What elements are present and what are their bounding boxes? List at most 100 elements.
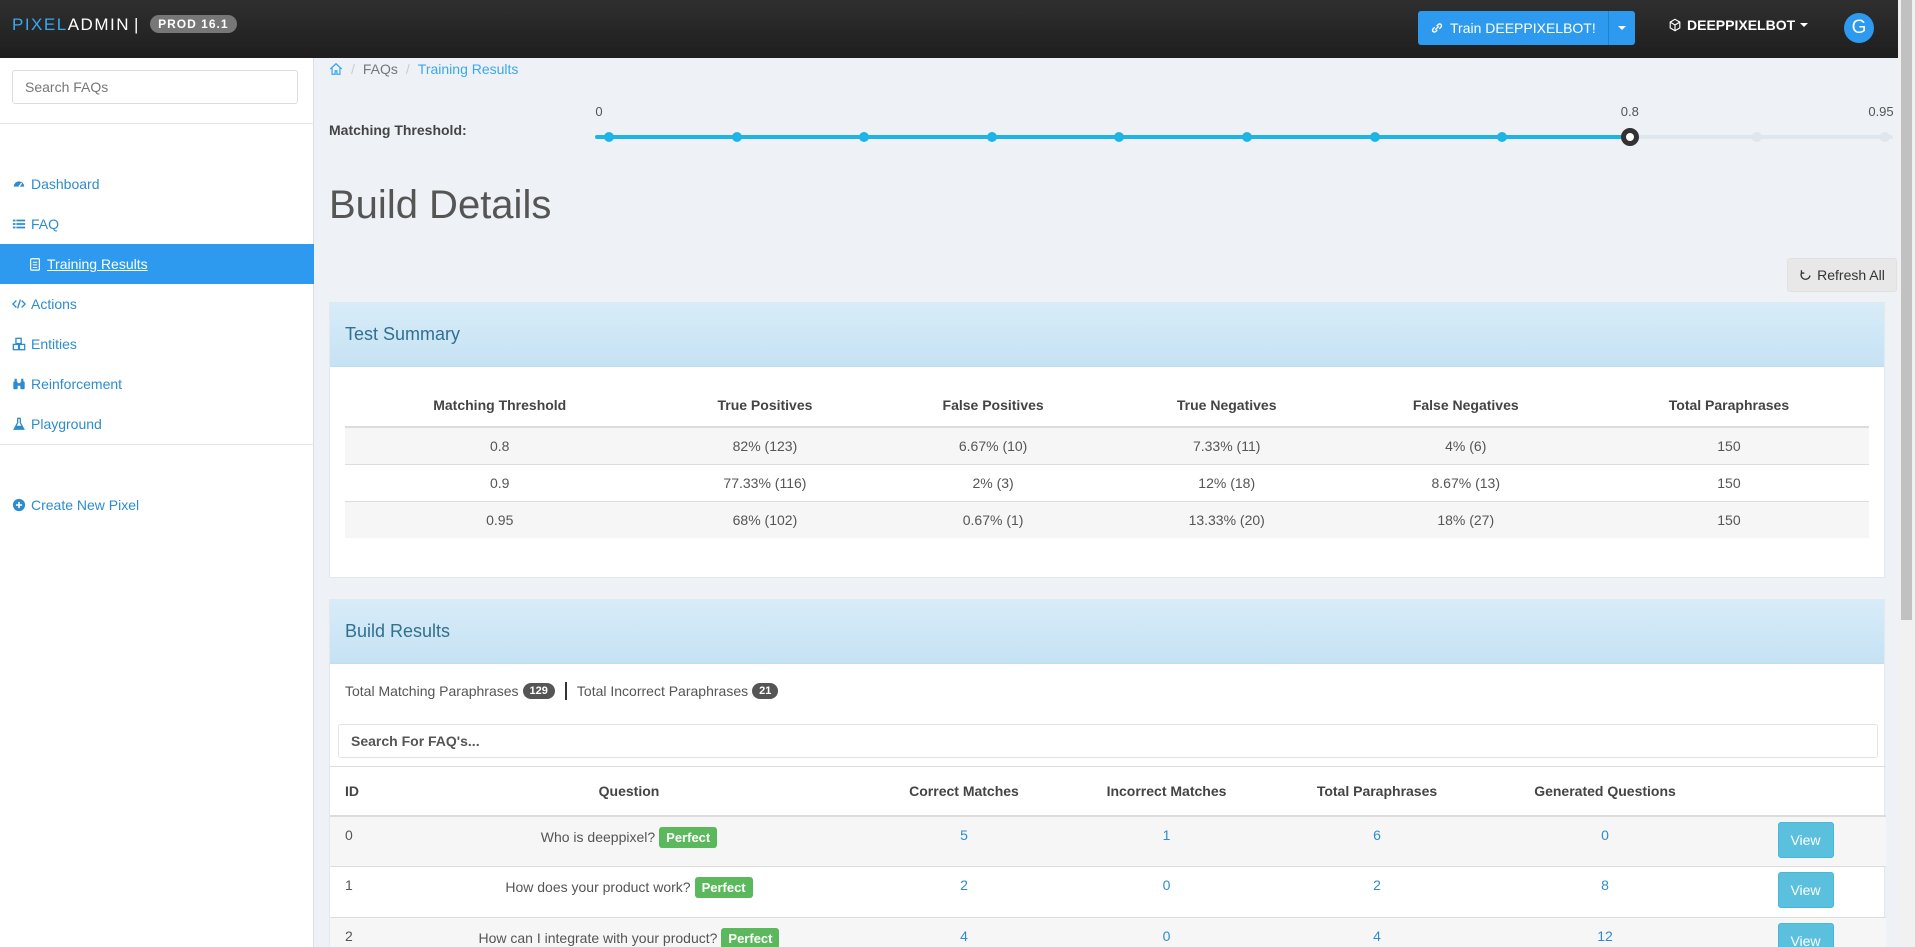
test-summary-title: Test Summary bbox=[330, 303, 1884, 367]
table-cell: 0.95 bbox=[345, 500, 655, 538]
question-cell: How does your product work? Perfect bbox=[394, 866, 864, 918]
slider-step-dot[interactable] bbox=[731, 132, 742, 142]
question-text: How can I integrate with your product? bbox=[478, 930, 718, 946]
user-menu[interactable]: DEEPPIXELBOT bbox=[1668, 17, 1809, 33]
total-paraphrases-link[interactable]: 4 bbox=[1373, 928, 1381, 944]
row-id: 2 bbox=[330, 917, 394, 947]
user-name: DEEPPIXELBOT bbox=[1687, 17, 1796, 33]
sidebar-item-training-results[interactable]: Training Results bbox=[0, 244, 314, 284]
generated-questions-link[interactable]: 0 bbox=[1601, 827, 1609, 843]
table-cell: 0.67% (1) bbox=[875, 500, 1111, 538]
sidebar-item-label: Actions bbox=[31, 296, 77, 312]
create-new-pixel-link[interactable]: Create New Pixel bbox=[0, 485, 314, 525]
brand-separator: | bbox=[133, 15, 140, 34]
row-id: 0 bbox=[330, 815, 394, 867]
generated-questions-link[interactable]: 12 bbox=[1597, 928, 1613, 944]
breadcrumb-separator: / bbox=[351, 61, 355, 77]
train-button[interactable]: Train DEEPPIXELBOT! bbox=[1418, 11, 1609, 45]
column-header: Correct Matches bbox=[864, 766, 1064, 817]
table-cell: 68% (102) bbox=[654, 500, 876, 538]
sidebar-item-label: Entities bbox=[31, 336, 77, 352]
sidebar-item-label: Reinforcement bbox=[31, 376, 123, 392]
brand-part2: ADMIN bbox=[67, 15, 130, 34]
question-text: Who is deeppixel? bbox=[540, 828, 656, 845]
incorrect-paraphrases-label: Total Incorrect Paraphrases bbox=[576, 683, 749, 699]
slider-step-dot[interactable] bbox=[986, 132, 997, 142]
sidebar-item-label: Dashboard bbox=[31, 176, 100, 192]
column-header: Generated Questions bbox=[1485, 766, 1725, 817]
column-header bbox=[1725, 766, 1886, 817]
test-summary-panel: Test Summary Matching Threshold True Pos… bbox=[329, 302, 1885, 578]
sidebar-item-dashboard[interactable]: Dashboard bbox=[0, 164, 314, 204]
refresh-all-button[interactable]: Refresh All bbox=[1787, 258, 1897, 292]
table-cell: 8.67% (13) bbox=[1342, 463, 1589, 501]
column-header: Incorrect Matches bbox=[1064, 766, 1269, 817]
slider-step-dot[interactable] bbox=[1242, 132, 1252, 142]
incorrect-matches-link[interactable]: 1 bbox=[1163, 827, 1171, 843]
threshold-label: Matching Threshold: bbox=[329, 122, 467, 138]
incorrect-matches-link[interactable]: 0 bbox=[1163, 928, 1171, 944]
sidebar-item-entities[interactable]: Entities bbox=[0, 324, 314, 364]
slider-step-dot[interactable] bbox=[1752, 132, 1763, 142]
view-button[interactable]: View bbox=[1777, 872, 1834, 908]
train-button-group: Train DEEPPIXELBOT! bbox=[1418, 11, 1635, 45]
sidebar-item-playground[interactable]: Playground bbox=[0, 404, 314, 444]
table-row: 2 How can I integrate with your product?… bbox=[330, 917, 1886, 947]
sidebar-item-faq[interactable]: FAQ bbox=[0, 204, 314, 244]
sidebar-item-actions[interactable]: Actions bbox=[0, 284, 314, 324]
table-cell: 4% (6) bbox=[1342, 426, 1589, 464]
breadcrumb-current[interactable]: Training Results bbox=[418, 61, 519, 77]
view-button[interactable]: View bbox=[1777, 923, 1834, 947]
slider-step-dot[interactable] bbox=[859, 132, 870, 142]
column-header: True Negatives bbox=[1110, 383, 1343, 428]
chevron-down-icon bbox=[1617, 26, 1626, 30]
faq-search-input[interactable] bbox=[12, 70, 298, 104]
column-header: Question bbox=[394, 766, 864, 817]
table-row: 1 How does your product work? Perfect 2 0… bbox=[330, 866, 1886, 918]
refresh-icon bbox=[1800, 269, 1811, 280]
slider-step-dot[interactable] bbox=[1497, 132, 1508, 142]
correct-matches-link[interactable]: 5 bbox=[960, 827, 968, 843]
page-title: Build Details bbox=[329, 183, 552, 227]
code-icon bbox=[12, 299, 26, 309]
sidebar-item-label: Training Results bbox=[47, 256, 148, 272]
avatar[interactable]: G bbox=[1844, 13, 1874, 43]
slider-step-dot[interactable] bbox=[1369, 132, 1380, 142]
table-row: 0 Who is deeppixel? Perfect 5 1 6 0 View bbox=[330, 815, 1886, 867]
slider-step-dot[interactable] bbox=[1880, 132, 1890, 142]
total-paraphrases-link[interactable]: 6 bbox=[1373, 827, 1381, 843]
paraphrase-counts: Total Matching Paraphrases 129 Total Inc… bbox=[345, 682, 779, 700]
home-icon[interactable] bbox=[329, 62, 343, 76]
slider-step-dot[interactable] bbox=[1114, 132, 1125, 142]
table-cell: 18% (27) bbox=[1342, 500, 1589, 538]
column-header: True Positives bbox=[654, 383, 876, 428]
train-dropdown-toggle[interactable] bbox=[1608, 11, 1635, 45]
table-cell: 7.33% (11) bbox=[1110, 426, 1343, 464]
sidebar-item-reinforcement[interactable]: Reinforcement bbox=[0, 364, 314, 404]
results-table: ID Question Correct Matches Incorrect Ma… bbox=[330, 766, 1886, 947]
build-results-panel: Build Results Total Matching Paraphrases… bbox=[329, 599, 1886, 947]
slider-handle[interactable] bbox=[1620, 128, 1639, 146]
incorrect-count-badge: 21 bbox=[752, 683, 779, 699]
page-scrollbar[interactable] bbox=[1898, 0, 1915, 947]
table-cell: 150 bbox=[1588, 426, 1869, 464]
question-cell: Who is deeppixel? Perfect bbox=[394, 815, 864, 867]
divider bbox=[564, 682, 567, 700]
brand-logo[interactable]: PIXELADMIN | PROD 16.1 bbox=[12, 15, 237, 35]
generated-questions-link[interactable]: 8 bbox=[1601, 877, 1609, 893]
correct-matches-link[interactable]: 4 bbox=[960, 928, 968, 944]
table-cell: 6.67% (10) bbox=[875, 426, 1111, 464]
threshold-slider[interactable]: 0 0.8 0.95 bbox=[595, 100, 1895, 150]
incorrect-matches-link[interactable]: 0 bbox=[1163, 877, 1171, 893]
faq-results-search-input[interactable] bbox=[338, 724, 1878, 758]
divider bbox=[0, 444, 314, 445]
clipboard-icon bbox=[30, 258, 40, 271]
table-row: 0.95 68% (102) 0.67% (1) 13.33% (20) 18%… bbox=[345, 500, 1869, 538]
total-paraphrases-link[interactable]: 2 bbox=[1373, 877, 1381, 893]
view-button[interactable]: View bbox=[1777, 821, 1834, 858]
status-badge: Perfect bbox=[694, 877, 753, 898]
correct-matches-link[interactable]: 2 bbox=[960, 877, 968, 893]
breadcrumb-faqs[interactable]: FAQs bbox=[363, 61, 398, 77]
scrollbar-thumb[interactable] bbox=[1901, 0, 1912, 620]
slider-step-dot[interactable] bbox=[604, 132, 614, 142]
